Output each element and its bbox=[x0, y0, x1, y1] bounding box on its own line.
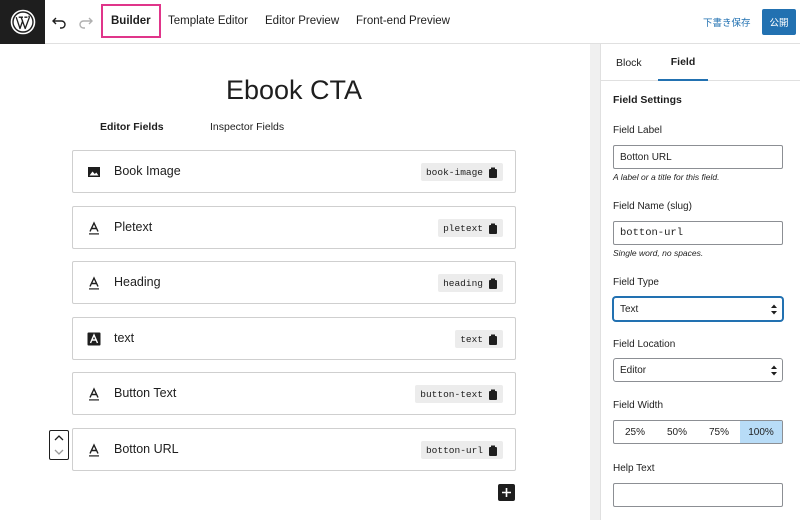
field-slug-text: pletext bbox=[443, 222, 483, 234]
text-icon bbox=[87, 443, 101, 457]
field-slug-text: botton-url bbox=[425, 444, 483, 456]
copy-icon[interactable] bbox=[488, 334, 498, 345]
text-icon bbox=[87, 276, 101, 290]
field-type-select[interactable]: Text bbox=[613, 297, 783, 321]
tab-block[interactable]: Block bbox=[616, 44, 642, 81]
field-slug: heading bbox=[438, 274, 503, 292]
field-name-help: Single word, no spaces. bbox=[613, 248, 704, 258]
redo-icon[interactable] bbox=[76, 12, 96, 32]
field-width-toggle: 25% 50% 75% 100% bbox=[613, 420, 783, 444]
field-slug-text: book-image bbox=[425, 166, 483, 178]
field-row[interactable]: Botton URL botton-url bbox=[72, 428, 516, 471]
tab-editor-fields[interactable]: Editor Fields bbox=[100, 121, 164, 133]
field-slug: botton-url bbox=[420, 441, 503, 459]
field-name: Pletext bbox=[114, 220, 153, 234]
copy-icon[interactable] bbox=[488, 445, 498, 456]
tab-editor-preview-label: Editor Preview bbox=[265, 15, 340, 27]
tab-template-editor-label: Template Editor bbox=[168, 15, 248, 27]
top-toolbar: Builder Template Editor Editor Preview F… bbox=[0, 0, 800, 44]
field-slug: book-image bbox=[420, 163, 503, 181]
plus-icon bbox=[502, 488, 511, 497]
field-row[interactable]: Button Text button-text bbox=[72, 372, 516, 415]
move-up-icon[interactable] bbox=[50, 431, 68, 445]
field-row[interactable]: Heading heading bbox=[72, 261, 516, 304]
field-name-label: Field Name (slug) bbox=[613, 201, 692, 212]
width-option-100[interactable]: 100% bbox=[740, 421, 782, 443]
field-location-label: Field Location bbox=[613, 339, 676, 350]
field-label-label: Field Label bbox=[613, 125, 662, 136]
help-text-label: Help Text bbox=[613, 463, 655, 474]
field-settings-heading: Field Settings bbox=[613, 94, 682, 106]
builder-canvas: Ebook CTA Editor Fields Inspector Fields… bbox=[0, 44, 590, 520]
add-field-button[interactable] bbox=[498, 484, 515, 501]
publish-button[interactable]: 公開 bbox=[762, 9, 796, 35]
tab-front-end-preview-label: Front-end Preview bbox=[356, 15, 450, 27]
width-option-75[interactable]: 75% bbox=[698, 421, 740, 443]
tab-field[interactable]: Field bbox=[658, 44, 708, 81]
field-name: text bbox=[114, 331, 135, 345]
wordpress-logo-icon[interactable] bbox=[0, 0, 45, 44]
settings-sidebar: Block Field Field Settings Field Label B… bbox=[600, 44, 800, 520]
field-name: Book Image bbox=[114, 164, 181, 178]
field-slug: button-text bbox=[415, 385, 503, 403]
copy-icon[interactable] bbox=[488, 278, 498, 289]
field-label-value: Botton URL bbox=[620, 151, 672, 163]
field-name: Button Text bbox=[114, 386, 177, 400]
tab-builder[interactable]: Builder bbox=[101, 4, 161, 38]
field-width-label: Field Width bbox=[613, 400, 664, 411]
save-draft-button[interactable]: 下書き保存 bbox=[703, 15, 751, 29]
move-down-icon[interactable] bbox=[50, 445, 68, 459]
select-arrows-icon bbox=[771, 365, 777, 376]
field-mover bbox=[49, 430, 69, 460]
sidebar-tabs: Block Field bbox=[601, 44, 800, 81]
text-filled-icon bbox=[87, 332, 101, 346]
undo-icon[interactable] bbox=[49, 12, 69, 32]
field-slug-text: heading bbox=[443, 277, 483, 289]
field-slug: pletext bbox=[438, 219, 503, 237]
field-name-input[interactable]: botton-url bbox=[613, 221, 783, 245]
tab-front-end-preview[interactable]: Front-end Preview bbox=[348, 4, 458, 38]
field-name: Botton URL bbox=[114, 442, 179, 456]
field-slug-text: text bbox=[460, 333, 483, 345]
width-option-50[interactable]: 50% bbox=[656, 421, 698, 443]
field-label-help: A label or a title for this field. bbox=[613, 172, 720, 182]
field-name-value: botton-url bbox=[620, 227, 684, 239]
tab-template-editor[interactable]: Template Editor bbox=[160, 4, 256, 38]
text-icon bbox=[87, 221, 101, 235]
copy-icon[interactable] bbox=[488, 167, 498, 178]
tab-inspector-fields[interactable]: Inspector Fields bbox=[210, 121, 284, 133]
field-location-select[interactable]: Editor bbox=[613, 358, 783, 382]
width-option-25[interactable]: 25% bbox=[614, 421, 656, 443]
field-type-value: Text bbox=[620, 303, 639, 315]
text-icon bbox=[87, 387, 101, 401]
copy-icon[interactable] bbox=[488, 223, 498, 234]
field-row[interactable]: Pletext pletext bbox=[72, 206, 516, 249]
page-title: Ebook CTA bbox=[225, 75, 363, 105]
tab-editor-preview[interactable]: Editor Preview bbox=[257, 4, 347, 38]
sidebar-gutter bbox=[590, 44, 600, 520]
field-label-input[interactable]: Botton URL bbox=[613, 145, 783, 169]
field-location-value: Editor bbox=[620, 364, 647, 376]
field-type-label: Field Type bbox=[613, 277, 659, 288]
image-icon bbox=[87, 165, 101, 179]
field-row[interactable]: text text bbox=[72, 317, 516, 360]
field-name: Heading bbox=[114, 275, 161, 289]
field-row[interactable]: Book Image book-image bbox=[72, 150, 516, 193]
help-text-input[interactable] bbox=[613, 483, 783, 507]
tab-builder-label: Builder bbox=[111, 15, 151, 27]
field-slug: text bbox=[455, 330, 503, 348]
copy-icon[interactable] bbox=[488, 389, 498, 400]
field-slug-text: button-text bbox=[420, 388, 483, 400]
select-arrows-icon bbox=[771, 304, 777, 315]
